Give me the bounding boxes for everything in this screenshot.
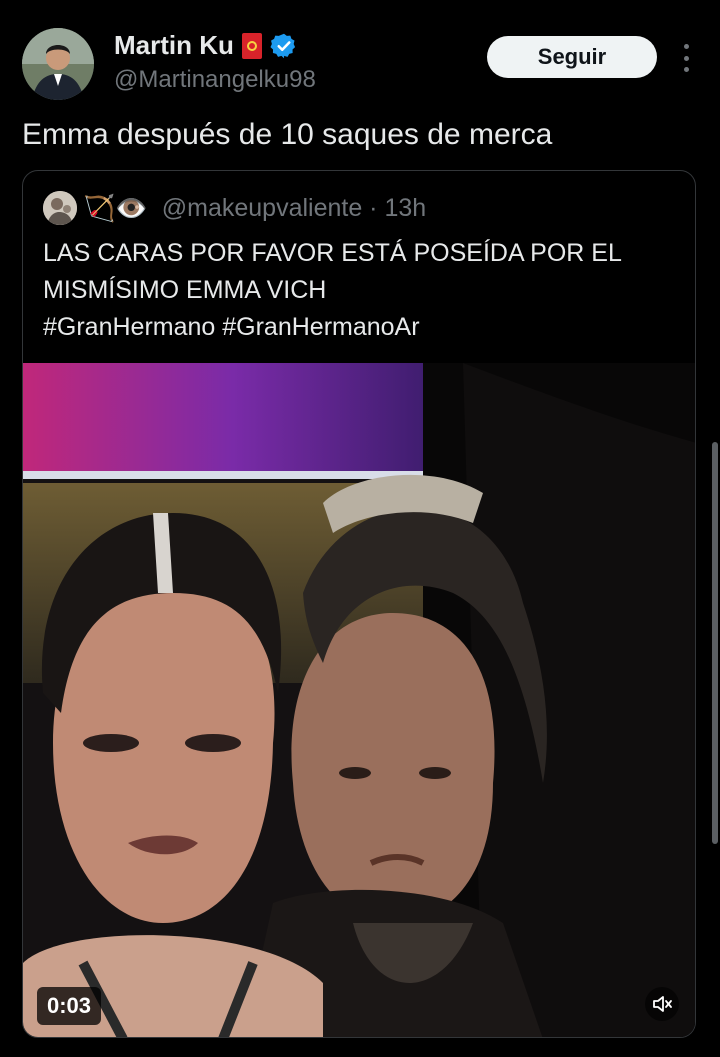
follow-button[interactable]: Seguir xyxy=(487,36,657,78)
verified-badge-icon xyxy=(270,33,295,58)
quoted-tweet-card[interactable]: 🏹👁️ @makeupvaliente · 13h LAS CARAS POR … xyxy=(22,170,696,1038)
author-handle[interactable]: @Martinangelku98 xyxy=(114,66,316,94)
speaker-muted-icon[interactable] xyxy=(645,987,679,1021)
author-avatar[interactable] xyxy=(22,28,94,100)
quoted-hashtags[interactable]: #GranHermano #GranHermanoAr xyxy=(43,309,683,346)
author-display-name[interactable]: Martin Ku xyxy=(114,30,234,61)
scrollbar[interactable] xyxy=(712,442,718,844)
vertical-ellipsis-icon[interactable] xyxy=(676,44,696,72)
quoted-text-line: LAS CARAS POR FAVOR ESTÁ POSEÍDA POR EL xyxy=(43,239,622,267)
tweet-header: Martin Ku @Martinangelku98 Seguir xyxy=(0,0,720,110)
video-duration: 0:03 xyxy=(37,987,102,1025)
bow-and-eye-emoji-icon: 🏹👁️ xyxy=(83,193,148,223)
tweet-text: Emma después de 10 saques de merca xyxy=(22,118,553,151)
quoted-tweet-header: 🏹👁️ @makeupvaliente · 13h xyxy=(43,191,426,225)
quoted-author-avatar xyxy=(43,191,77,225)
author-name-row: Martin Ku xyxy=(114,30,298,61)
quoted-tweet-text: LAS CARAS POR FAVOR ESTÁ POSEÍDA POR EL … xyxy=(43,235,683,346)
video-frame-image xyxy=(23,363,695,1037)
quoted-text-line: MISMÍSIMO EMMA VICH xyxy=(43,276,327,304)
quoted-author-meta: @makeupvaliente · 13h xyxy=(161,193,427,222)
quoted-video[interactable]: 0:03 xyxy=(23,363,695,1037)
flag-emoji-icon xyxy=(241,32,262,59)
